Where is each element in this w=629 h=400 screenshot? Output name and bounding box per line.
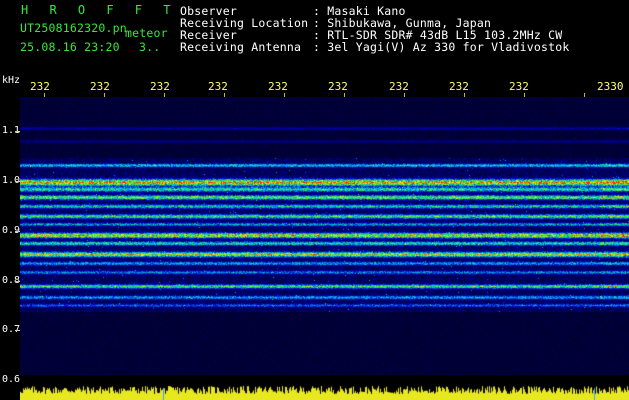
count-label: 3.. [139, 40, 161, 54]
filename-label: UT2508162320.pn [20, 21, 127, 35]
antenna-label: Receiving Antenna [180, 40, 302, 54]
y-tick-label: 0.6 [2, 374, 21, 385]
x-tick: 232 [90, 80, 110, 93]
antenna-value: : 3el Yagi(V) Az 330 for Vladivostok [313, 40, 570, 54]
x-tick: 232 [449, 80, 469, 93]
y-unit-label: kHz [2, 75, 21, 86]
x-tick: 232 [268, 80, 288, 93]
x-tick: 232 [30, 80, 50, 93]
x-tick: 232 [208, 80, 228, 93]
datetime-label: 25.08.16 23:20 [20, 40, 120, 54]
x-tick: 232 [328, 80, 348, 93]
spectrogram-waterfall [20, 97, 629, 375]
x-tick: 2330 [597, 80, 624, 93]
x-tick: 232 [150, 80, 170, 93]
x-tick: 232 [509, 80, 529, 93]
signal-level-strip [20, 380, 629, 400]
app-title: H R O F F T [21, 3, 178, 17]
meteor-label: meteor [125, 26, 168, 40]
x-tick: 232 [389, 80, 409, 93]
